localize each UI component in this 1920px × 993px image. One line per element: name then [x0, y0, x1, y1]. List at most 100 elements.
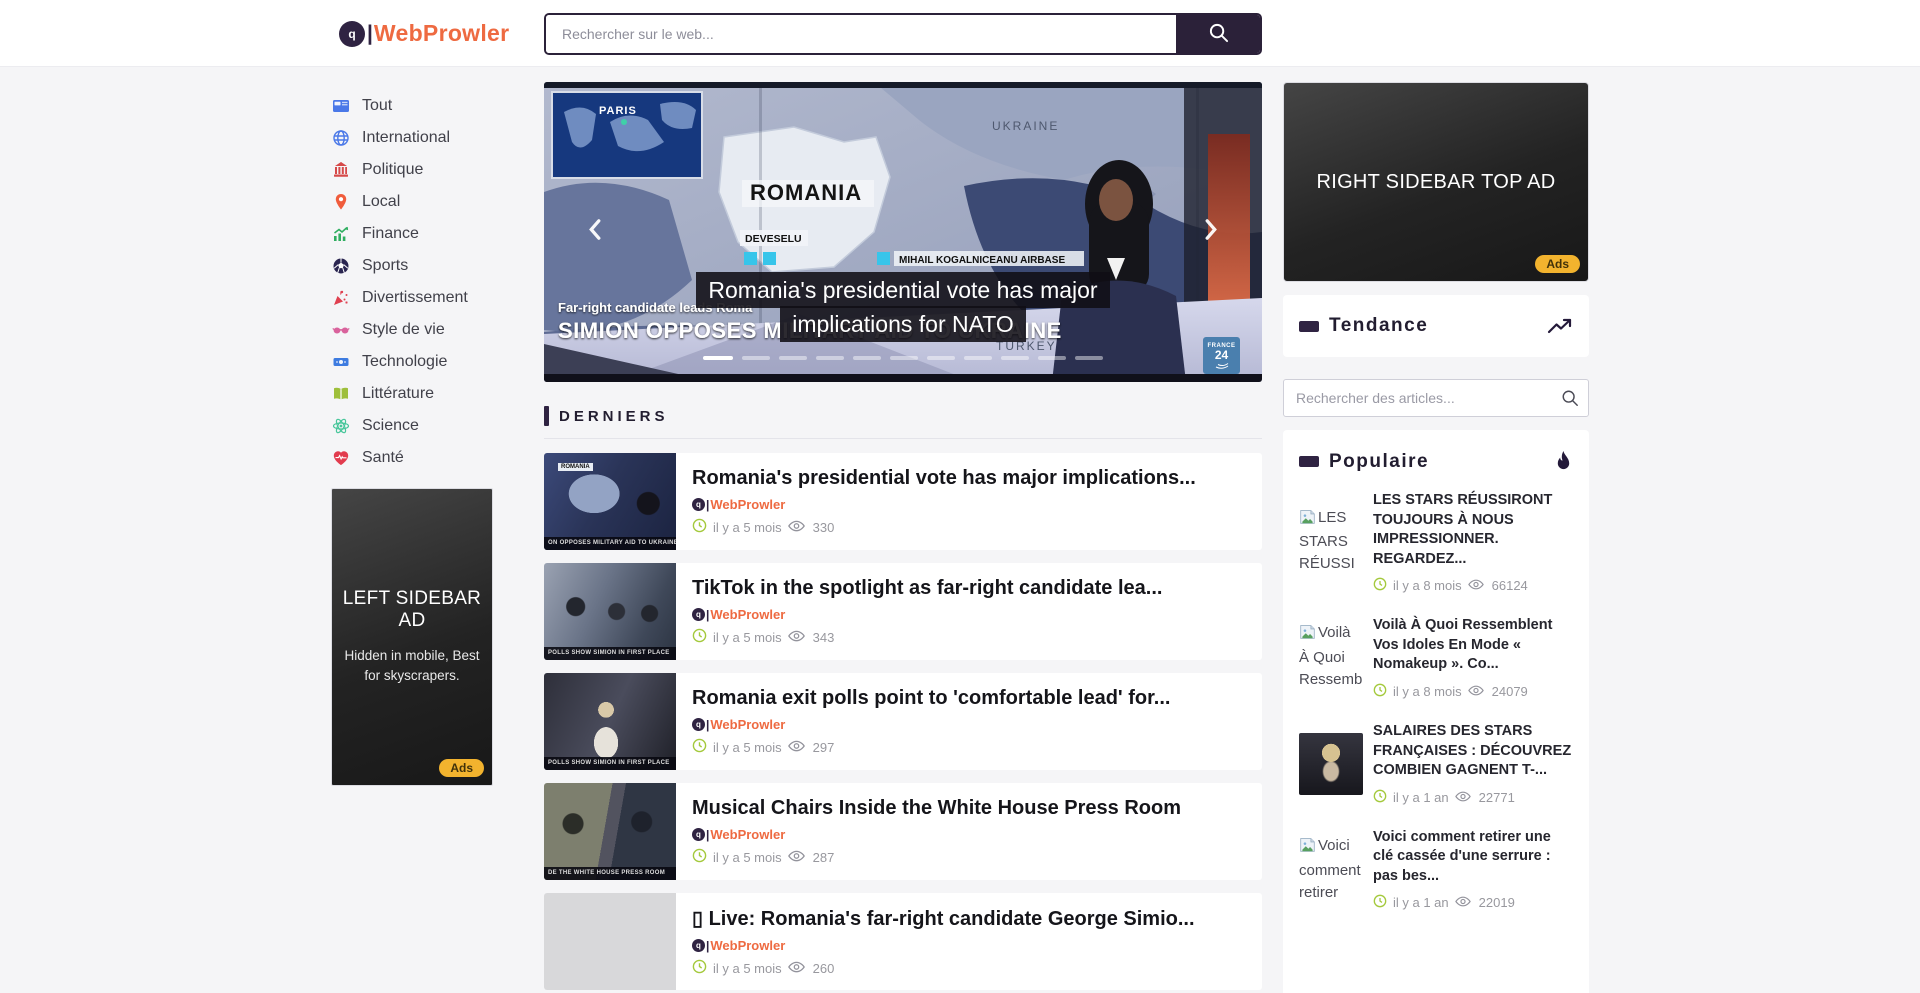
- popular-thumbnail: Voici comment retirer: [1299, 835, 1363, 903]
- heart-icon: [331, 448, 351, 468]
- sidebar-category-item[interactable]: Science: [331, 410, 493, 442]
- sunglasses-icon: [331, 320, 351, 340]
- confetti-icon: [331, 288, 351, 308]
- article-title[interactable]: Musical Chairs Inside the White House Pr…: [692, 797, 1181, 820]
- eye-icon: [1455, 895, 1471, 910]
- carousel-dot[interactable]: [890, 356, 918, 360]
- sidebar-category-item[interactable]: Technologie: [331, 346, 493, 378]
- featured-carousel[interactable]: PARIS ROMANIA DEVESELU MIHAIL KOGALNICEA…: [544, 82, 1262, 382]
- article-card[interactable]: ▯ Live: Romania's far-right candidate Ge…: [544, 893, 1262, 990]
- carousel-dot[interactable]: [853, 356, 881, 360]
- article-source: q | WebProwler: [692, 607, 1162, 622]
- article-meta: il y a 5 mois 330: [692, 518, 1196, 536]
- trending-card: Tendance: [1283, 295, 1589, 357]
- world-map-inset: PARIS: [552, 92, 702, 178]
- carousel-next-icon[interactable]: [1205, 219, 1218, 246]
- sidebar-category-item[interactable]: Littérature: [331, 378, 493, 410]
- article-meta: il y a 5 mois 260: [692, 959, 1195, 977]
- sidebar-category-item[interactable]: Santé: [331, 442, 493, 474]
- web-search-input[interactable]: [546, 15, 1176, 53]
- popular-item-title[interactable]: SALAIRES DES STARS FRANÇAISES : DÉCOUVRE…: [1373, 722, 1573, 781]
- popular-item-views: 66124: [1492, 578, 1528, 593]
- flame-icon: [1554, 450, 1573, 473]
- popular-item[interactable]: SALAIRES DES STARS FRANÇAISES : DÉCOUVRE…: [1299, 722, 1573, 806]
- search-icon: [1208, 22, 1229, 46]
- atom-icon: [331, 416, 351, 436]
- carousel-dot[interactable]: [964, 356, 992, 360]
- article-views: 287: [813, 850, 835, 865]
- sidebar-category-item[interactable]: International: [331, 122, 493, 154]
- broken-image-icon: [1299, 512, 1316, 529]
- category-label: Littérature: [362, 385, 434, 403]
- category-label: Sports: [362, 257, 408, 275]
- book-icon: [331, 384, 351, 404]
- popular-item-views: 24079: [1492, 684, 1528, 699]
- carousel-dot[interactable]: [927, 356, 955, 360]
- carousel-prev-icon[interactable]: [588, 219, 601, 246]
- article-card[interactable]: ROMANIA ON OPPOSES MILITARY AID TO UKRAI…: [544, 453, 1262, 550]
- article-time: il y a 5 mois: [713, 520, 782, 535]
- header: q | WebProwler: [0, 0, 1920, 67]
- article-title[interactable]: Romania's presidential vote has major im…: [692, 467, 1196, 490]
- article-title[interactable]: ▯ Live: Romania's far-right candidate Ge…: [692, 906, 1195, 931]
- government-icon: [331, 160, 351, 180]
- category-label: Local: [362, 193, 400, 211]
- carousel-dot[interactable]: [742, 356, 770, 360]
- popular-item[interactable]: Voilà À Quoi Ressemble Voilà À Quoi Ress…: [1299, 616, 1573, 700]
- clock-icon: [1373, 789, 1387, 806]
- popular-item-meta: il y a 8 mois 24079: [1373, 683, 1573, 700]
- popular-item[interactable]: Voici comment retirer Voici comment reti…: [1299, 828, 1573, 912]
- sidebar-category-item[interactable]: Finance: [331, 218, 493, 250]
- source-name: WebProwler: [710, 717, 785, 732]
- sidebar-category-item[interactable]: Sports: [331, 250, 493, 282]
- article-card[interactable]: POLLS SHOW SIMION IN FIRST PLACE TikTok …: [544, 563, 1262, 660]
- trending-title: Tendance: [1329, 315, 1428, 337]
- clock-icon: [692, 628, 707, 646]
- brand-logo[interactable]: q | WebProwler: [331, 20, 544, 47]
- carousel-dot[interactable]: [1075, 356, 1103, 360]
- eye-icon: [1468, 684, 1484, 699]
- article-time: il y a 5 mois: [713, 850, 782, 865]
- popular-card: Populaire LES STARS RÉUSSIRONT TOUJOURS …: [1283, 430, 1589, 993]
- category-label: Technologie: [362, 353, 447, 371]
- sidebar-category-item[interactable]: Tout: [331, 90, 493, 122]
- broken-image-icon: [1299, 840, 1316, 857]
- popular-item-meta: il y a 1 an 22019: [1373, 894, 1573, 911]
- article-card[interactable]: DE THE WHITE HOUSE PRESS ROOM Musical Ch…: [544, 783, 1262, 880]
- sidebar-category-item[interactable]: Local: [331, 186, 493, 218]
- article-card[interactable]: POLLS SHOW SIMION IN FIRST PLACE Romania…: [544, 673, 1262, 770]
- popular-item-views: 22019: [1479, 895, 1515, 910]
- ad-title: RIGHT SIDEBAR TOP AD: [1316, 171, 1555, 194]
- popular-item-title[interactable]: Voici comment retirer une clé cassée d'u…: [1373, 828, 1573, 887]
- carousel-dot[interactable]: [816, 356, 844, 360]
- article-search-input[interactable]: [1283, 379, 1589, 417]
- carousel-dot[interactable]: [703, 356, 733, 360]
- sidebar-category-item[interactable]: Politique: [331, 154, 493, 186]
- svg-text:UKRAINE: UKRAINE: [992, 119, 1059, 133]
- sidebar-category-item[interactable]: Style de vie: [331, 314, 493, 346]
- article-thumbnail: DE THE WHITE HOUSE PRESS ROOM: [544, 783, 676, 880]
- left-sidebar: Tout International Politique Local: [331, 82, 493, 993]
- brand-name: WebProwler: [374, 20, 510, 47]
- article-thumbnail: ROMANIA ON OPPOSES MILITARY AID TO UKRAI…: [544, 453, 676, 550]
- sidebar-category-item[interactable]: Divertissement: [331, 282, 493, 314]
- search-button[interactable]: [1176, 15, 1260, 53]
- carousel-dot[interactable]: [779, 356, 807, 360]
- right-sidebar-ad[interactable]: RIGHT SIDEBAR TOP AD Ads: [1283, 82, 1589, 282]
- svg-text:MIHAIL KOGALNICEANU AIRBASE: MIHAIL KOGALNICEANU AIRBASE: [899, 255, 1065, 266]
- carousel-dot[interactable]: [1038, 356, 1066, 360]
- article-title[interactable]: TikTok in the spotlight as far-right can…: [692, 577, 1162, 600]
- popular-item[interactable]: LES STARS RÉUSSIRONT TOUJOURS LES STARS …: [1299, 491, 1573, 594]
- left-sidebar-ad[interactable]: LEFT SIDEBAR AD Hidden in mobile, Best f…: [331, 488, 493, 786]
- popular-thumbnail: LES STARS RÉUSSIRONT TOUJOURS: [1299, 507, 1363, 579]
- source-name: WebProwler: [710, 938, 785, 953]
- article-search: [1283, 379, 1589, 417]
- thumbnail-chyron: ON OPPOSES MILITARY AID TO UKRAINE: [544, 537, 676, 550]
- popular-item-time: il y a 1 an: [1393, 895, 1449, 910]
- popular-item-title[interactable]: Voilà À Quoi Ressemblent Vos Idoles En M…: [1373, 616, 1573, 675]
- popular-item-title[interactable]: LES STARS RÉUSSIRONT TOUJOURS À NOUS IMP…: [1373, 491, 1573, 569]
- popular-thumbnail: [1299, 733, 1363, 795]
- source-logo-icon: q: [692, 608, 705, 621]
- carousel-dot[interactable]: [1001, 356, 1029, 360]
- article-title[interactable]: Romania exit polls point to 'comfortable…: [692, 687, 1170, 710]
